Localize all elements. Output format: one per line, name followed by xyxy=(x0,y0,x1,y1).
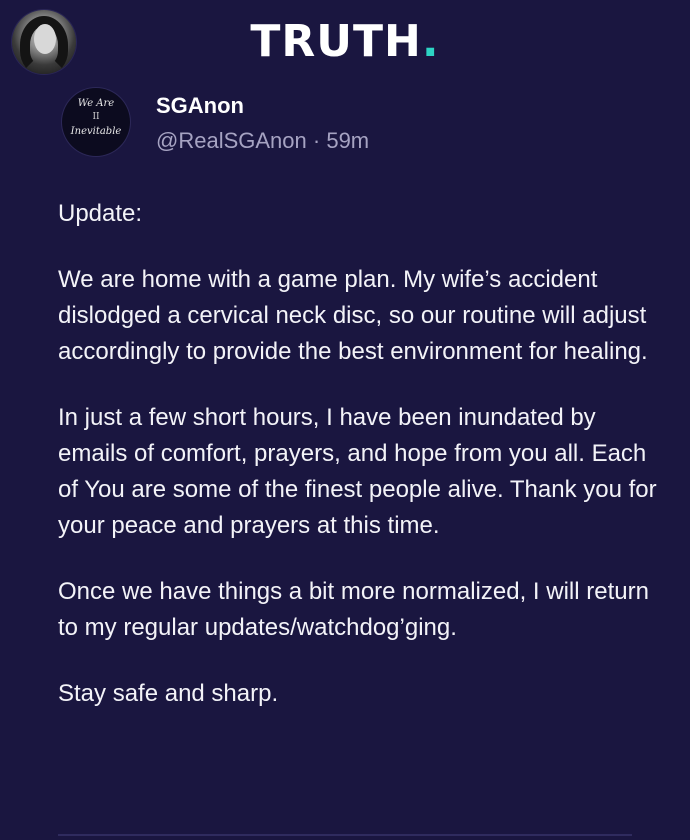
post-paragraph: In just a few short hours, I have been i… xyxy=(58,404,657,539)
top-bar: TRUTH. xyxy=(0,0,690,82)
post-paragraph: Update: xyxy=(58,200,143,227)
avatar-text-line2: II xyxy=(92,112,100,122)
divider xyxy=(58,834,632,836)
post-paragraph: We are home with a game plan. My wife’s … xyxy=(58,266,648,365)
post-header: We Are II Inevitable SGAnon @RealSGAnon … xyxy=(62,88,662,160)
post-timestamp[interactable]: 59m xyxy=(326,128,369,153)
app-logo[interactable]: TRUTH. xyxy=(0,14,690,70)
post-meta: @RealSGAnon · 59m xyxy=(156,127,369,155)
meta-separator: · xyxy=(312,128,321,153)
logo-dot: . xyxy=(421,16,440,67)
author-avatar[interactable]: We Are II Inevitable xyxy=(62,88,130,156)
post-body: Update: We are home with a game plan. My… xyxy=(58,196,658,742)
avatar-text-line1: We Are xyxy=(77,98,115,109)
post-paragraph: Once we have things a bit more normalize… xyxy=(58,578,649,641)
post-paragraph: Stay safe and sharp. xyxy=(58,680,279,707)
author-display-name[interactable]: SGAnon xyxy=(156,92,244,120)
logo-text: TRUTH xyxy=(250,16,422,67)
avatar-text-line3: Inevitable xyxy=(70,126,122,137)
author-handle[interactable]: @RealSGAnon xyxy=(156,128,307,153)
